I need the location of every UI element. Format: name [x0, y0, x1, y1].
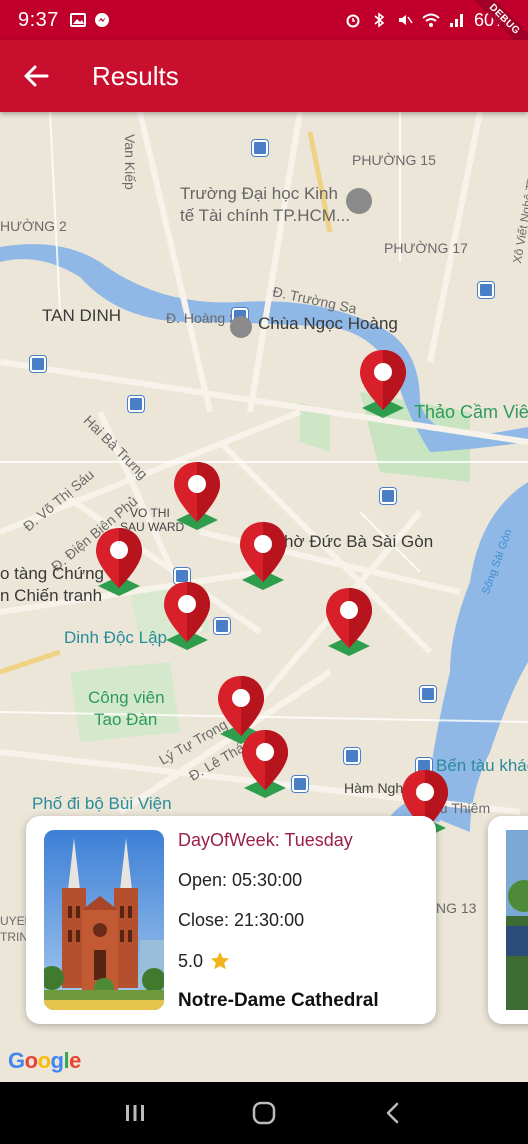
mute-icon: [396, 11, 414, 29]
map-view[interactable]: PHƯỜNG 15 Van Kiếp Trường Đại học Kinh t…: [0, 112, 528, 1082]
map-pin-icon[interactable]: [170, 460, 224, 534]
status-bar: 9:37 60% DEBUG: [0, 0, 528, 63]
place-card[interactable]: DayOfWeek: Tuesday Open: 05:30:00 Close:…: [26, 816, 436, 1024]
page-title: Results: [92, 60, 179, 91]
map-label: Chùa Ngọc Hoàng: [258, 314, 398, 333]
map-label: TRIN: [0, 930, 28, 944]
place-name: Notre-Dame Cathedral: [178, 990, 379, 1011]
google-logo: Google: [8, 1048, 81, 1073]
map-label: Dinh Độc Lập: [64, 628, 168, 647]
recent-apps-icon: [125, 1105, 144, 1121]
map-label: PHƯỜNG 15: [352, 152, 436, 168]
bus-stop-icon[interactable]: [128, 396, 144, 412]
map-label: Van Kiếp: [122, 134, 138, 190]
messenger-notification-icon: [93, 11, 111, 29]
status-time: 9:37: [18, 8, 59, 31]
bluetooth-icon: [370, 11, 388, 29]
rating: 5.0: [178, 950, 379, 972]
bus-stop-icon[interactable]: [344, 748, 360, 764]
map-label: n Chiến tranh: [0, 586, 103, 605]
map-pin-icon[interactable]: [322, 586, 376, 660]
bus-stop-icon[interactable]: [252, 140, 268, 156]
map-pin-icon[interactable]: [92, 526, 146, 600]
map-label: Hàm Nghi: [344, 780, 407, 796]
back-nav-button[interactable]: [373, 1093, 413, 1133]
bus-stop-icon[interactable]: [380, 488, 396, 504]
map-pin-icon[interactable]: [356, 348, 410, 422]
back-button[interactable]: [16, 56, 56, 96]
bus-stop-icon[interactable]: [420, 686, 436, 702]
map-label: VO THI: [130, 506, 170, 520]
rating-value: 5.0: [178, 950, 204, 971]
place-photo: [44, 830, 164, 1010]
bus-stop-icon[interactable]: [30, 356, 46, 372]
map-label: HƯỜNG 2: [0, 218, 67, 234]
bus-stop-icon[interactable]: [214, 618, 230, 634]
map-label: TAN DINH: [42, 306, 122, 325]
map-pin-icon[interactable]: [236, 520, 290, 594]
map-label: tế Tài chính TP.HCM...: [180, 206, 351, 225]
wifi-icon: [422, 11, 440, 29]
bus-stop-icon[interactable]: [292, 776, 308, 792]
map-pin-icon[interactable]: [160, 580, 214, 654]
university-icon[interactable]: [346, 188, 372, 214]
home-button[interactable]: [244, 1093, 284, 1133]
alarm-icon: [344, 11, 362, 29]
place-photo: [506, 830, 528, 1010]
app-bar: Results: [0, 40, 528, 112]
star-icon: [210, 951, 230, 970]
gallery-notification-icon: [69, 11, 87, 29]
bus-stop-icon[interactable]: [478, 282, 494, 298]
map-label: o tàng Chứng: [0, 564, 105, 583]
map-label: PHƯỜNG 17: [384, 240, 468, 256]
close-time: Close: 21:30:00: [178, 910, 305, 930]
map-label: hờ Đức Bà Sài Gòn: [284, 532, 434, 551]
map-label: Công viên: [88, 688, 165, 707]
open-time: Open: 05:30:00: [178, 870, 303, 890]
place-card-next[interactable]: [488, 816, 528, 1024]
temple-icon[interactable]: [230, 316, 252, 338]
home-icon: [252, 1101, 276, 1125]
chevron-left-icon: [387, 1102, 399, 1124]
signal-icon: [448, 11, 466, 29]
system-nav-bar: [0, 1082, 528, 1144]
map-label: Phố đi bộ Bùi Viện: [32, 794, 172, 813]
map-label: Thảo Cầm Viên: [414, 402, 528, 422]
map-label: NG 13: [436, 900, 477, 916]
recent-apps-button[interactable]: [115, 1093, 155, 1133]
map-pin-icon[interactable]: [238, 728, 292, 802]
map-label: Tao Đàn: [94, 710, 158, 729]
map-label: Trường Đại học Kinh: [180, 184, 338, 203]
day-of-week: DayOfWeek: Tuesday: [178, 830, 353, 850]
arrow-left-icon: [24, 65, 49, 87]
